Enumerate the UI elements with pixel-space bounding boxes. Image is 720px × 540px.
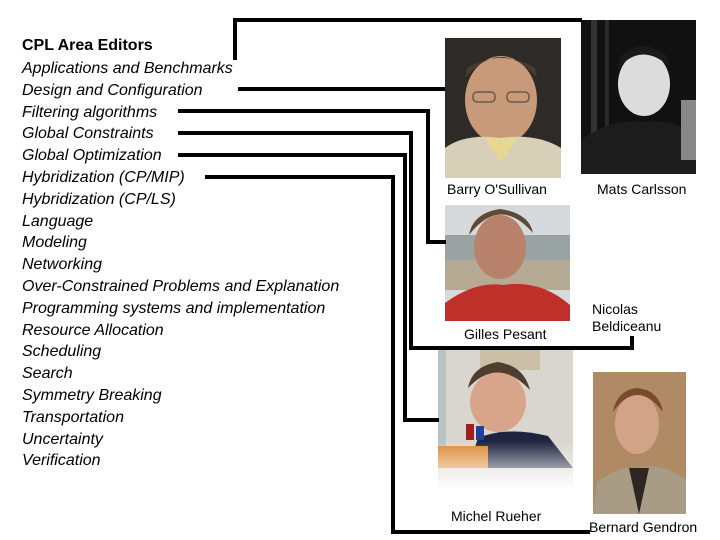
- area-item-hybridization-cp-ls: Hybridization (CP/LS): [22, 190, 176, 208]
- nicolas-beldiceanu-name: Nicolas Beldiceanu: [592, 301, 661, 335]
- area-item-verification: Verification: [22, 452, 101, 470]
- area-item-scheduling: Scheduling: [22, 343, 102, 361]
- area-item-global-optimization: Global Optimization: [22, 147, 162, 165]
- bernard-gendron-name: Bernard Gendron: [589, 519, 698, 535]
- nicolas-beldiceanu-last-name: Beldiceanu: [592, 318, 662, 334]
- michel-rueher-photo: [438, 350, 573, 490]
- gilles-pesant-photo: [445, 205, 570, 321]
- bernard-gendron-photo: [593, 372, 686, 514]
- area-list: Applications and Benchmarks Design and C…: [22, 58, 339, 472]
- gilles-pesant-name: Gilles Pesant: [464, 326, 547, 342]
- editors-diagram: CPL Area Editors Applications and Benchm…: [0, 0, 720, 540]
- diagram-title: CPL Area Editors: [22, 37, 153, 54]
- mats-carlsson-photo: [581, 20, 696, 174]
- area-item-global-constraints: Global Constraints: [22, 125, 154, 143]
- area-item-modeling: Modeling: [22, 234, 87, 252]
- area-item-hybridization-cp-mip: Hybridization (CP/MIP): [22, 168, 185, 186]
- area-item-symmetry-breaking: Symmetry Breaking: [22, 386, 162, 404]
- area-item-over-constrained: Over-Constrained Problems and Explanatio…: [22, 277, 340, 295]
- area-item-filtering-algorithms: Filtering algorithms: [22, 103, 158, 121]
- area-item-language: Language: [22, 212, 94, 230]
- mats-carlsson-name: Mats Carlsson: [597, 181, 687, 197]
- area-item-resource-allocation: Resource Allocation: [22, 321, 164, 339]
- barry-osullivan-name: Barry O'Sullivan: [447, 181, 547, 197]
- area-item-applications-benchmarks: Applications and Benchmarks: [22, 60, 233, 77]
- area-item-search: Search: [22, 365, 73, 383]
- michel-rueher-name: Michel Rueher: [451, 508, 542, 524]
- area-item-design-configuration: Design and Configuration: [22, 81, 203, 99]
- area-item-networking: Networking: [22, 256, 103, 274]
- barry-osullivan-photo: [445, 38, 561, 178]
- area-item-programming-systems: Programming systems and implementation: [22, 299, 326, 317]
- area-item-uncertainty: Uncertainty: [22, 430, 103, 448]
- nicolas-beldiceanu-first-name: Nicolas: [592, 301, 638, 317]
- area-item-transportation: Transportation: [22, 408, 124, 426]
